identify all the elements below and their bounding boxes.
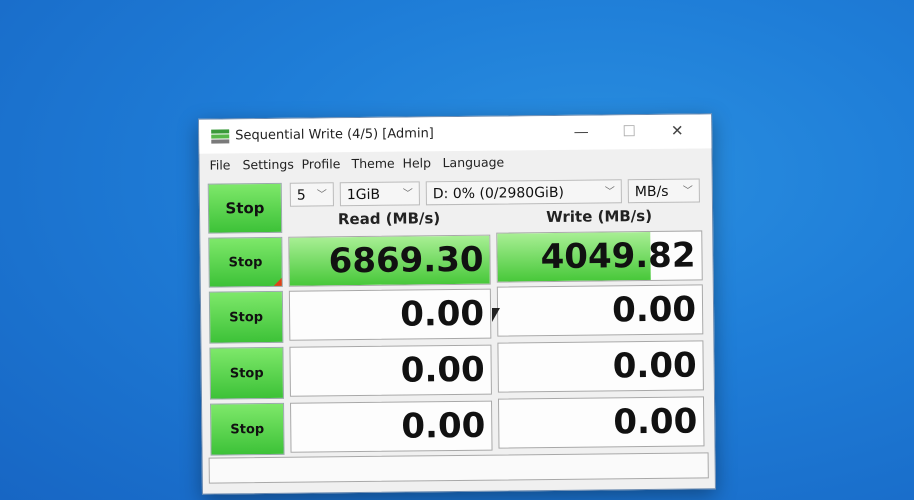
write-result-row-2: 0.00 bbox=[496, 284, 704, 337]
menu-settings[interactable]: Settings bbox=[242, 157, 293, 173]
stop-label: Stop bbox=[230, 421, 265, 437]
menu-language[interactable]: Language bbox=[442, 154, 504, 170]
write-progress-bar bbox=[499, 399, 500, 448]
write-result-row-3: 0.00 bbox=[497, 340, 704, 393]
app-window: Sequential Write (4/5) [Admin] — ☐ ✕ Fil… bbox=[198, 113, 716, 495]
write-value: 0.00 bbox=[613, 401, 698, 443]
stop-button-row-4[interactable]: Stop bbox=[210, 402, 285, 456]
test-size-select[interactable]: 1GiB ﹀ bbox=[339, 181, 420, 207]
read-column-header: Read (MB/s) bbox=[337, 209, 441, 229]
write-value: 4049.82 bbox=[540, 235, 696, 278]
app-icon bbox=[211, 129, 230, 145]
test-count-select[interactable]: 5 ﹀ bbox=[289, 182, 334, 207]
maximize-button[interactable]: ☐ bbox=[607, 119, 651, 143]
stop-button-row-3[interactable]: Stop bbox=[209, 346, 284, 400]
read-value: 6869.30 bbox=[328, 239, 484, 282]
close-button[interactable]: ✕ bbox=[655, 118, 699, 142]
stop-button-row-2[interactable]: Stop bbox=[208, 290, 284, 344]
stop-label: Stop bbox=[228, 254, 263, 270]
menu-bar: File Settings Profile Theme Help Languag… bbox=[199, 150, 711, 175]
title-bar[interactable]: Sequential Write (4/5) [Admin] — ☐ ✕ bbox=[199, 114, 712, 154]
write-result-row-1: 4049.82 bbox=[496, 230, 703, 283]
stop-label: Stop bbox=[229, 365, 264, 381]
chevron-down-icon: ﹀ bbox=[402, 188, 413, 200]
mouse-cursor-icon bbox=[492, 308, 500, 322]
chevron-down-icon: ﹀ bbox=[604, 186, 615, 198]
unit-select[interactable]: MB/s ﹀ bbox=[627, 178, 700, 204]
read-progress-bar bbox=[290, 347, 291, 396]
menu-profile[interactable]: Profile bbox=[301, 156, 340, 171]
stop-button-row-1[interactable]: Stop bbox=[208, 236, 283, 288]
write-progress-bar bbox=[498, 343, 499, 392]
status-bar bbox=[208, 452, 709, 484]
read-result-row-2: 0.00 bbox=[288, 288, 492, 341]
read-value: 0.00 bbox=[400, 349, 485, 391]
read-value: 0.00 bbox=[400, 293, 485, 335]
window-title: Sequential Write (4/5) [Admin] bbox=[235, 126, 434, 144]
menu-file[interactable]: File bbox=[209, 157, 230, 172]
write-value: 0.00 bbox=[612, 345, 697, 387]
unit-value: MB/s bbox=[634, 183, 669, 201]
read-progress-bar bbox=[289, 291, 291, 340]
read-progress-bar bbox=[291, 403, 292, 452]
read-result-row-4: 0.00 bbox=[290, 400, 493, 453]
drive-value: D: 0% (0/2980GiB) bbox=[432, 184, 565, 203]
write-column-header: Write (MB/s) bbox=[546, 206, 653, 227]
write-result-row-4: 0.00 bbox=[497, 396, 705, 449]
read-result-row-3: 0.00 bbox=[289, 344, 492, 397]
chevron-down-icon: ﹀ bbox=[316, 189, 327, 201]
stop-all-button[interactable]: Stop bbox=[207, 182, 283, 234]
test-size-value: 1GiB bbox=[346, 186, 381, 204]
read-result-row-1: 6869.30 bbox=[288, 234, 491, 287]
progress-marker bbox=[273, 277, 282, 286]
menu-theme[interactable]: Theme bbox=[351, 156, 394, 171]
chevron-down-icon: ﹀ bbox=[682, 185, 693, 197]
menu-help[interactable]: Help bbox=[402, 155, 431, 170]
test-count-value: 5 bbox=[296, 187, 306, 204]
write-value: 0.00 bbox=[611, 289, 697, 331]
drive-select[interactable]: D: 0% (0/2980GiB) ﹀ bbox=[425, 179, 622, 206]
read-value: 0.00 bbox=[401, 405, 486, 447]
main-panel: Stop 5 ﹀ 1GiB ﹀ D: 0% (0/2980GiB) ﹀ MB/s… bbox=[206, 174, 706, 456]
stop-label: Stop bbox=[229, 309, 264, 325]
minimize-button[interactable]: — bbox=[559, 119, 603, 143]
